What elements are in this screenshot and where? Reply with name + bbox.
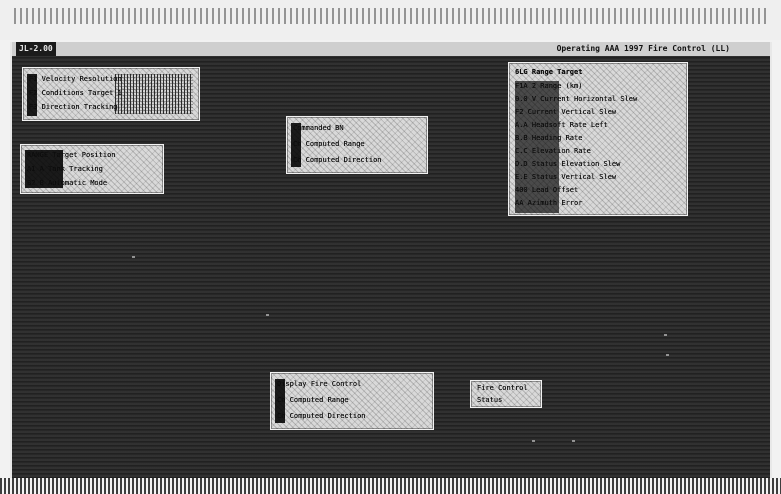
- menu-strip: [0, 0, 781, 40]
- panel-right-row-9: 400 Lead Offset: [515, 186, 579, 194]
- panel-center[interactable]: Commanded BN Ch Computed Range Ch Comput…: [286, 116, 428, 174]
- header-right-label: Operating AAA 1997 Fire Control (LL): [556, 44, 730, 53]
- panel-bottom-center[interactable]: Display Fire Control Ch Computed Range C…: [270, 372, 434, 430]
- panel-bottom-center-row-2: Ch Computed Range: [277, 396, 349, 404]
- menu-strip-text: [14, 8, 766, 24]
- screen-header: JL-2.00 Operating AAA 1997 Fire Control …: [12, 42, 770, 56]
- header-left-label: JL-2.00: [16, 42, 56, 56]
- panel-right-row-5: B.B Heading Rate: [515, 134, 583, 142]
- panel-right-row-3: F2 Current Vertical Slew: [515, 108, 617, 116]
- panel-right-row-2: 0.0 V Current Horizontal Slew: [515, 95, 638, 103]
- panel-right-status[interactable]: 6LG Range Target F1A 2 Range (km) 0.0 V …: [508, 62, 688, 216]
- panel-bottom-right-row-1: Fire Control: [477, 384, 528, 392]
- panel-right-row-8: E.E Status Vertical Slew: [515, 173, 617, 181]
- panel-right-row-6: C.C Elevation Rate: [515, 147, 591, 155]
- panel-left-top[interactable]: F1 Velocity Resolution F2 Conditions Tar…: [22, 67, 200, 121]
- panel-right-row-4: A.A Headsoft Rate Left: [515, 121, 608, 129]
- panel-right-row-10: AA Azimuth Error: [515, 199, 583, 207]
- panel-left-top-inner: [115, 74, 193, 114]
- panel-left-mid-row-3: B2 B Automatic Mode: [27, 179, 108, 187]
- panel-bottom-center-row-3: Ch Computed Direction: [277, 412, 366, 420]
- panel-right-row-1: F1A 2 Range (km): [515, 82, 583, 90]
- bottom-scan-strip: [0, 478, 781, 494]
- screen-mark: [132, 256, 135, 258]
- monitor-screen: JL-2.00 Operating AAA 1997 Fire Control …: [10, 42, 772, 478]
- panel-bottom-right-row-2: Status: [477, 396, 503, 404]
- panel-right-row-7: D.D Status Elevation Slew: [515, 160, 621, 168]
- screen-mark: [572, 440, 575, 442]
- panel-left-mid[interactable]: RANGE Target Position A1 A Tank Tracking…: [20, 144, 164, 194]
- panel-center-row-1: Commanded BN: [293, 124, 344, 132]
- screen-mark: [532, 440, 535, 442]
- screen-mark: [266, 314, 269, 316]
- panel-bottom-center-row-1: Display Fire Control: [277, 380, 362, 388]
- panel-left-mid-row-1: RANGE Target Position: [27, 151, 116, 159]
- panel-center-row-3: Ch Computed Direction: [293, 156, 382, 164]
- panel-right-title: 6LG Range Target: [515, 68, 583, 76]
- panel-center-row-2: Ch Computed Range: [293, 140, 365, 148]
- screen-mark: [664, 334, 667, 336]
- panel-bottom-right[interactable]: Fire Control Status: [470, 380, 542, 408]
- panel-left-mid-row-2: A1 A Tank Tracking: [27, 165, 103, 173]
- screen-mark: [666, 354, 669, 356]
